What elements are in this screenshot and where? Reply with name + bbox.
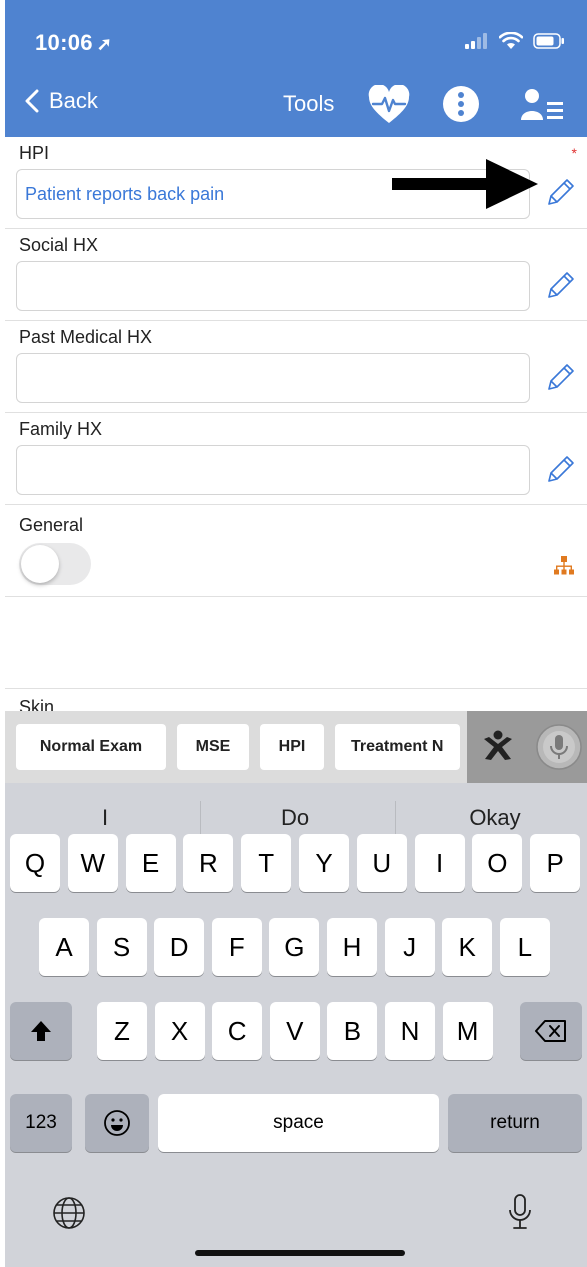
- key-l[interactable]: L: [499, 918, 550, 976]
- required-marker: *: [571, 145, 577, 161]
- key-c[interactable]: C: [212, 1002, 263, 1060]
- chevron-left-icon: [25, 89, 39, 113]
- hpi-quick-button[interactable]: HPI: [260, 724, 324, 770]
- cellular-signal-icon: [465, 33, 487, 49]
- key-n[interactable]: N: [385, 1002, 435, 1060]
- arrow-annotation-icon: [392, 159, 538, 209]
- past-medical-hx-input[interactable]: [16, 353, 530, 403]
- return-key[interactable]: return: [448, 1094, 582, 1152]
- back-label: Back: [49, 88, 98, 113]
- more-options-icon[interactable]: [442, 85, 480, 123]
- key-h[interactable]: H: [327, 918, 377, 976]
- pencil-edit-icon[interactable]: [543, 453, 577, 487]
- past-medical-hx-label: Past Medical HX: [19, 327, 153, 347]
- key-b[interactable]: B: [327, 1002, 378, 1060]
- emoji-icon: [104, 1110, 130, 1136]
- pencil-edit-icon[interactable]: [543, 269, 577, 303]
- wifi-icon: [499, 32, 523, 49]
- key-x[interactable]: X: [154, 1002, 205, 1060]
- key-a[interactable]: A: [39, 918, 89, 976]
- key-o[interactable]: O: [472, 834, 523, 892]
- treatment-button[interactable]: Treatment N: [335, 724, 460, 770]
- location-arrow-icon: ➚: [96, 34, 113, 54]
- backspace-icon: [535, 1020, 566, 1042]
- quick-text-bar: Normal Exam MSE HPI Treatment N: [5, 711, 587, 783]
- key-t[interactable]: T: [241, 834, 292, 892]
- key-z[interactable]: Z: [97, 1002, 147, 1060]
- pencil-edit-icon[interactable]: [543, 176, 577, 210]
- app-screen: 10:06 ➚ Back Tools HPI * Patient reports…: [5, 0, 587, 1267]
- social-hx-label: Social HX: [19, 235, 99, 255]
- battery-icon: [533, 33, 564, 49]
- microphone-button-icon[interactable]: [535, 723, 583, 771]
- emoji-key[interactable]: [85, 1094, 149, 1152]
- patient-list-icon[interactable]: [521, 88, 565, 122]
- family-hx-field: Family HX: [5, 413, 587, 505]
- normal-exam-button[interactable]: Normal Exam: [16, 724, 166, 770]
- key-e[interactable]: E: [125, 834, 176, 892]
- hpi-label: HPI: [19, 143, 50, 163]
- back-button[interactable]: Back: [25, 88, 98, 114]
- space-key[interactable]: space: [158, 1094, 439, 1152]
- numbers-key[interactable]: 123: [10, 1094, 72, 1152]
- general-toggle[interactable]: [19, 543, 91, 585]
- general-field: General: [5, 505, 587, 597]
- social-hx-field: Social HX: [5, 229, 587, 321]
- key-q[interactable]: Q: [10, 834, 60, 892]
- social-hx-input[interactable]: [16, 261, 530, 311]
- dictation-panel: [467, 711, 587, 783]
- toggle-knob: [21, 545, 59, 583]
- dragon-logo-icon[interactable]: [481, 729, 515, 763]
- home-indicator[interactable]: [195, 1250, 405, 1256]
- key-m[interactable]: M: [442, 1002, 493, 1060]
- heart-pulse-icon[interactable]: [367, 85, 411, 125]
- tools-button[interactable]: Tools: [283, 91, 334, 117]
- key-k[interactable]: K: [442, 918, 493, 976]
- key-d[interactable]: D: [154, 918, 205, 976]
- delete-key[interactable]: [520, 1002, 582, 1060]
- key-r[interactable]: R: [183, 834, 234, 892]
- suggestion-3[interactable]: Okay: [455, 805, 535, 831]
- key-j[interactable]: J: [384, 918, 435, 976]
- key-s[interactable]: S: [96, 918, 147, 976]
- globe-icon[interactable]: [52, 1196, 86, 1230]
- key-p[interactable]: P: [530, 834, 581, 892]
- empty-section: [5, 597, 587, 689]
- shift-arrow-icon: [31, 1021, 51, 1041]
- key-w[interactable]: W: [67, 834, 118, 892]
- suggestion-divider: [395, 801, 396, 837]
- status-time: 10:06 ➚: [35, 30, 112, 56]
- key-g[interactable]: G: [269, 918, 320, 976]
- key-y[interactable]: Y: [299, 834, 349, 892]
- top-bar: 10:06 ➚ Back Tools: [5, 0, 587, 137]
- pencil-edit-icon[interactable]: [543, 361, 577, 395]
- dictation-mic-icon[interactable]: [508, 1193, 532, 1231]
- status-time-text: 10:06: [35, 30, 93, 55]
- key-i[interactable]: I: [414, 834, 465, 892]
- mse-button[interactable]: MSE: [177, 724, 249, 770]
- shift-key[interactable]: [10, 1002, 72, 1060]
- key-f[interactable]: F: [211, 918, 262, 976]
- status-icons: [465, 30, 565, 52]
- suggestion-divider: [200, 801, 201, 837]
- family-hx-label: Family HX: [19, 419, 103, 439]
- past-medical-hx-field: Past Medical HX: [5, 321, 587, 413]
- suggestion-2[interactable]: Do: [260, 805, 330, 831]
- key-u[interactable]: U: [356, 834, 407, 892]
- suggestion-1[interactable]: I: [75, 805, 135, 831]
- hierarchy-tree-icon[interactable]: [553, 555, 575, 577]
- note-form: HPI * Social HX Past Medical HX: [5, 137, 587, 729]
- general-label: General: [19, 515, 84, 535]
- key-v[interactable]: V: [269, 1002, 320, 1060]
- family-hx-input[interactable]: [16, 445, 530, 495]
- keyboard: I Do Okay QWERTYUIOP ASDFGHJKL ZXCVBNM 1…: [5, 783, 587, 1267]
